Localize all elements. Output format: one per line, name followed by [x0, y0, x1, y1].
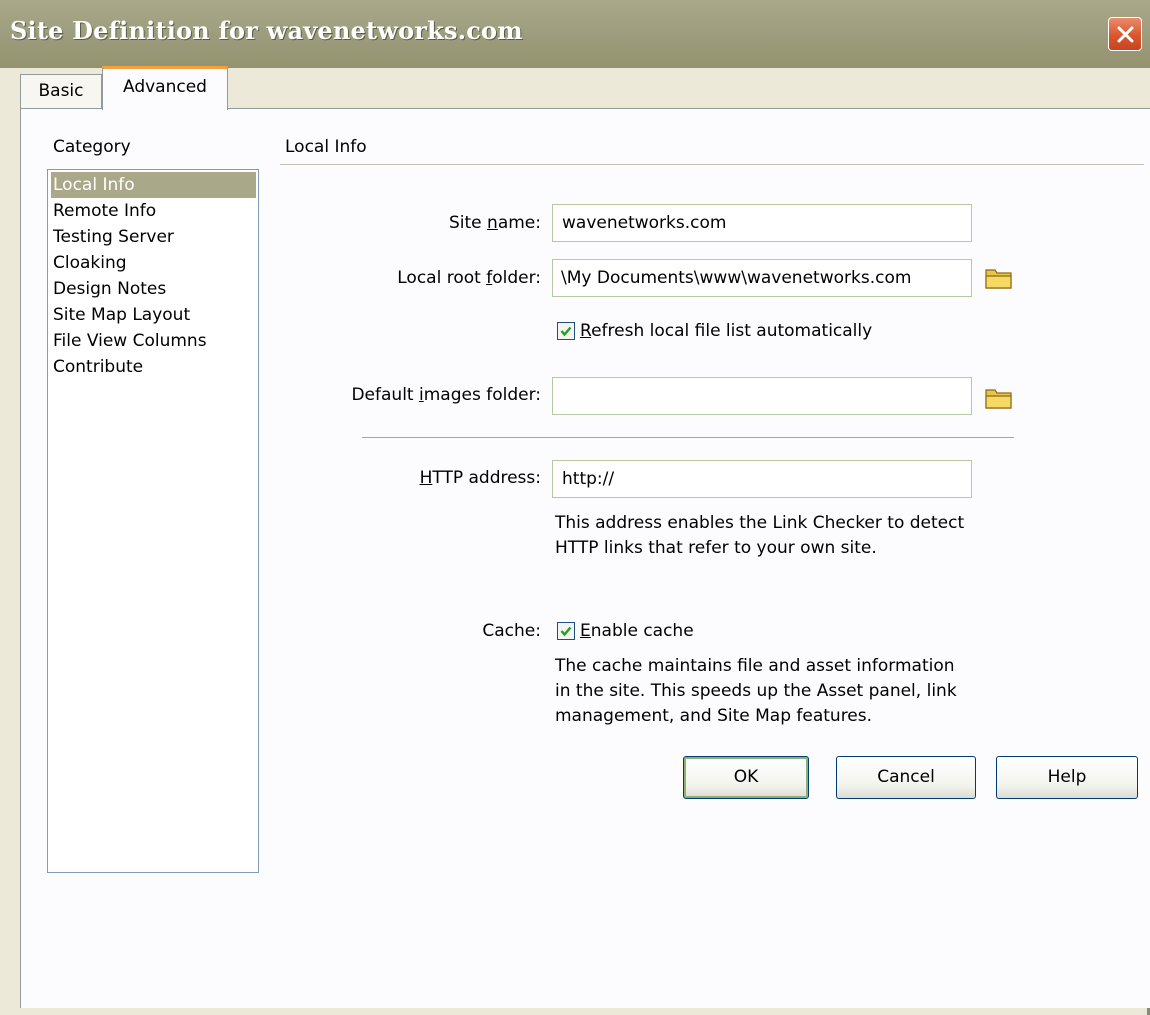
local-root-label-rest: older:: [492, 268, 541, 288]
close-icon: [1117, 26, 1134, 43]
http-address-input[interactable]: http://: [552, 460, 972, 498]
ok-button[interactable]: OK: [683, 756, 809, 799]
http-address-label: HTTP address:: [420, 468, 541, 488]
site-name-label-accel: n: [487, 213, 498, 233]
section-divider: [280, 164, 1144, 165]
local-root-folder-label: Local root folder:: [397, 268, 541, 288]
form-divider: [362, 437, 1014, 438]
category-list[interactable]: Local Info Remote Info Testing Server Cl…: [47, 169, 259, 873]
local-root-folder-input[interactable]: \My Documents\www\wavenetworks.com: [552, 259, 972, 297]
category-item-cloaking[interactable]: Cloaking: [53, 250, 127, 276]
http-address-help-text: This address enables the Link Checker to…: [555, 513, 965, 558]
help-button[interactable]: Help: [996, 756, 1138, 799]
close-button[interactable]: [1108, 17, 1142, 51]
category-item-local-info[interactable]: Local Info: [51, 172, 256, 198]
cache-label: Cache:: [482, 621, 541, 641]
tab-basic-label: Basic: [38, 81, 84, 101]
category-item-remote-info[interactable]: Remote Info: [53, 198, 156, 224]
http-address-label-accel: H: [419, 468, 433, 488]
folder-icon: [985, 269, 1012, 289]
category-item-design-notes[interactable]: Design Notes: [53, 276, 166, 302]
title-bar[interactable]: Site Definition for wavenetworks.com: [0, 0, 1150, 68]
default-images-label-rest: mages folder:: [423, 385, 541, 405]
site-name-label: Site name:: [449, 213, 541, 233]
category-heading: Category: [53, 137, 131, 157]
cache-help-text: The cache maintains file and asset infor…: [555, 656, 957, 726]
enable-cache-label-accel: E: [580, 621, 591, 641]
refresh-label-accel: R: [580, 321, 592, 341]
refresh-local-file-list-checkbox[interactable]: [557, 322, 575, 340]
browse-default-images-folder-button[interactable]: [984, 385, 1014, 411]
site-name-label-text: Site: [449, 213, 488, 233]
site-definition-dialog: Site Definition for wavenetworks.com Bas…: [0, 0, 1150, 1015]
checkmark-icon: [560, 626, 572, 637]
local-root-label-text: Local root: [397, 268, 487, 288]
cancel-button[interactable]: Cancel: [836, 756, 976, 799]
category-item-file-view-columns[interactable]: File View Columns: [53, 328, 207, 354]
folder-icon: [985, 389, 1012, 409]
default-images-folder-label: Default images folder:: [351, 385, 541, 405]
site-name-input[interactable]: wavenetworks.com: [552, 204, 972, 242]
category-item-contribute[interactable]: Contribute: [53, 354, 143, 380]
tab-advanced-label: Advanced: [123, 77, 207, 97]
http-address-label-rest: TTP address:: [432, 468, 541, 488]
default-images-label-text: Default: [351, 385, 419, 405]
category-item-site-map-layout[interactable]: Site Map Layout: [53, 302, 190, 328]
default-images-folder-input[interactable]: [552, 377, 972, 415]
site-name-label-rest: ame:: [497, 213, 541, 233]
refresh-label-rest: efresh local file list automatically: [591, 321, 873, 341]
tab-basic[interactable]: Basic: [20, 74, 102, 108]
category-item-testing-server[interactable]: Testing Server: [53, 224, 174, 250]
section-title: Local Info: [285, 137, 367, 157]
window-title: Site Definition for wavenetworks.com: [10, 16, 523, 45]
enable-cache-checkbox[interactable]: [557, 622, 575, 640]
refresh-local-file-list-label[interactable]: Refresh local file list automatically: [580, 321, 872, 341]
checkmark-icon: [560, 326, 572, 337]
enable-cache-label[interactable]: Enable cache: [580, 621, 694, 641]
tab-advanced[interactable]: Advanced: [102, 66, 228, 110]
browse-local-root-folder-button[interactable]: [984, 265, 1014, 291]
enable-cache-label-rest: nable cache: [590, 621, 694, 641]
